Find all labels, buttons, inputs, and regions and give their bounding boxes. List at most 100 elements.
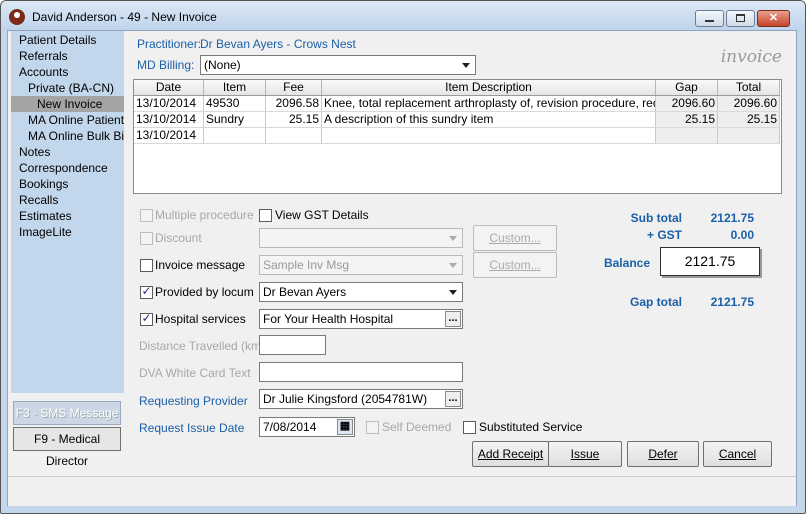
cancel-button[interactable]: Cancel <box>703 441 772 467</box>
view-gst-checkbox[interactable] <box>259 209 272 222</box>
view-gst-label: View GST Details <box>275 208 369 222</box>
sidebar-item-notes[interactable]: Notes <box>19 144 124 160</box>
distance-travelled-input[interactable] <box>259 335 326 355</box>
substituted-service-label: Substituted Service <box>479 420 583 434</box>
cell-gap[interactable]: 2096.60 <box>655 95 718 112</box>
column-header-fee[interactable]: Fee <box>265 80 322 96</box>
table-row[interactable]: 13/10/2014 Sundry 25.15 A description of… <box>134 111 780 128</box>
column-header-total[interactable]: Total <box>717 80 780 96</box>
discount-checkbox[interactable] <box>140 232 153 245</box>
requesting-provider-field[interactable]: Dr Julie Kingsford (2054781W) ... <box>259 389 463 409</box>
discount-custom-button[interactable]: Custom... <box>473 225 557 251</box>
sms-message-button[interactable]: F3 - SMS Message <box>13 401 121 425</box>
balance-label: Balance <box>603 256 650 270</box>
cell-date[interactable]: 13/10/2014 <box>134 95 204 112</box>
hospital-services-label: Hospital services <box>155 312 246 326</box>
sidebar-item-accounts[interactable]: Accounts <box>19 64 124 80</box>
minimize-button[interactable] <box>695 10 724 27</box>
invoice-message-select[interactable]: Sample Inv Msg <box>259 255 463 275</box>
sidebar-item-referrals[interactable]: Referrals <box>19 48 124 64</box>
app-icon <box>9 9 25 25</box>
cell-item[interactable]: 49530 <box>203 95 266 112</box>
dva-white-card-input[interactable] <box>259 362 463 382</box>
status-bar <box>8 476 796 506</box>
dva-white-card-label: DVA White Card Text <box>139 366 251 380</box>
sidebar-item-recalls[interactable]: Recalls <box>19 192 124 208</box>
balance-value: 2121.75 <box>660 247 760 276</box>
chevron-down-icon <box>449 236 457 241</box>
invoice-items-table[interactable]: Date Item Fee Item Description Gap Total… <box>133 79 782 194</box>
cell-date[interactable]: 13/10/2014 <box>134 111 204 128</box>
hospital-field[interactable]: For Your Health Hospital ... <box>259 309 463 329</box>
chevron-down-icon <box>449 263 457 268</box>
issue-button[interactable]: Issue <box>548 441 622 467</box>
defer-button[interactable]: Defer <box>627 441 699 467</box>
chevron-down-icon <box>449 290 457 295</box>
md-billing-value: (None) <box>204 58 241 72</box>
calendar-icon[interactable]: ▦ <box>337 419 353 435</box>
column-header-description[interactable]: Item Description <box>321 80 656 96</box>
cell-total: 25.15 <box>717 111 780 128</box>
hospital-services-checkbox[interactable]: ✓ <box>140 311 153 326</box>
requesting-provider-lookup-button[interactable]: ... <box>445 391 461 407</box>
column-header-item[interactable]: Item <box>203 80 266 96</box>
chevron-down-icon <box>462 63 470 68</box>
gst-label: + GST <box>646 228 682 242</box>
cell-description[interactable]: A description of this sundry item <box>321 111 656 128</box>
maximize-icon <box>736 14 745 22</box>
sidebar-item-bookings[interactable]: Bookings <box>19 176 124 192</box>
sidebar-item-imagelite[interactable]: ImageLite <box>19 224 124 240</box>
cell-gap[interactable]: 25.15 <box>655 111 718 128</box>
table-header-row: Date Item Fee Item Description Gap Total <box>134 80 780 96</box>
locum-value: Dr Bevan Ayers <box>263 285 347 299</box>
add-receipt-button[interactable]: Add Receipt <box>472 441 549 467</box>
sub-total-label: Sub total <box>630 211 682 225</box>
checkmark-icon: ✓ <box>141 311 152 325</box>
invoice-watermark: invoice <box>720 47 782 67</box>
cell-description[interactable] <box>321 127 656 144</box>
md-billing-select[interactable]: (None) <box>200 55 476 75</box>
request-issue-date-value: 7/08/2014 <box>263 420 317 434</box>
multiple-procedure-label: Multiple procedure <box>155 208 254 222</box>
provided-by-locum-checkbox[interactable]: ✓ <box>140 284 153 299</box>
locum-select[interactable]: Dr Bevan Ayers <box>259 282 463 302</box>
close-button[interactable]: ✕ <box>757 10 790 27</box>
table-row[interactable]: 13/10/2014 <box>134 127 780 144</box>
sidebar-item-new-invoice[interactable]: New Invoice <box>11 96 124 112</box>
sidebar-item-patient-details[interactable]: Patient Details <box>19 32 124 48</box>
invoice-message-checkbox[interactable] <box>140 259 153 272</box>
cell-gap[interactable] <box>655 127 718 144</box>
requesting-provider-label: Requesting Provider <box>139 394 248 408</box>
invoice-message-custom-button[interactable]: Custom... <box>473 252 557 278</box>
sidebar-item-ma-online-patient[interactable]: MA Online Patient C <box>28 112 124 128</box>
gap-total-label: Gap total <box>629 295 682 309</box>
checkmark-icon: ✓ <box>141 284 152 298</box>
table-row[interactable]: 13/10/2014 49530 2096.58 Knee, total rep… <box>134 95 780 112</box>
sidebar-item-ma-online-bulk-bill[interactable]: MA Online Bulk Bill ( <box>28 128 124 144</box>
column-header-gap[interactable]: Gap <box>655 80 718 96</box>
sidebar-item-private[interactable]: Private (BA-CN) <box>28 80 124 96</box>
cell-item[interactable] <box>203 127 266 144</box>
gst-value: 0.00 <box>730 228 754 242</box>
request-issue-date-input[interactable]: 7/08/2014 ▦ <box>259 417 355 437</box>
discount-select[interactable] <box>259 228 463 248</box>
cell-fee[interactable] <box>265 127 322 144</box>
medical-director-button[interactable]: F9 - Medical Director <box>13 427 121 468</box>
title-bar[interactable]: David Anderson - 49 - New Invoice ✕ <box>1 1 805 31</box>
cell-fee[interactable]: 25.15 <box>265 111 322 128</box>
md-billing-label: MD Billing: <box>137 58 195 72</box>
cell-description[interactable]: Knee, total replacement arthroplasty of,… <box>321 95 656 112</box>
sidebar-item-estimates[interactable]: Estimates <box>19 208 124 224</box>
self-deemed-checkbox[interactable] <box>366 421 379 434</box>
hospital-lookup-button[interactable]: ... <box>445 311 461 327</box>
multiple-procedure-checkbox[interactable] <box>140 209 153 222</box>
request-issue-date-label: Request Issue Date <box>139 421 245 435</box>
cell-date[interactable]: 13/10/2014 <box>134 127 204 144</box>
sidebar-item-correspondence[interactable]: Correspondence <box>19 160 124 176</box>
cell-fee[interactable]: 2096.58 <box>265 95 322 112</box>
column-header-date[interactable]: Date <box>134 80 204 96</box>
maximize-button[interactable] <box>726 10 755 27</box>
sidebar: Patient Details Referrals Accounts Priva… <box>11 31 124 393</box>
cell-item[interactable]: Sundry <box>203 111 266 128</box>
substituted-service-checkbox[interactable] <box>463 421 476 434</box>
